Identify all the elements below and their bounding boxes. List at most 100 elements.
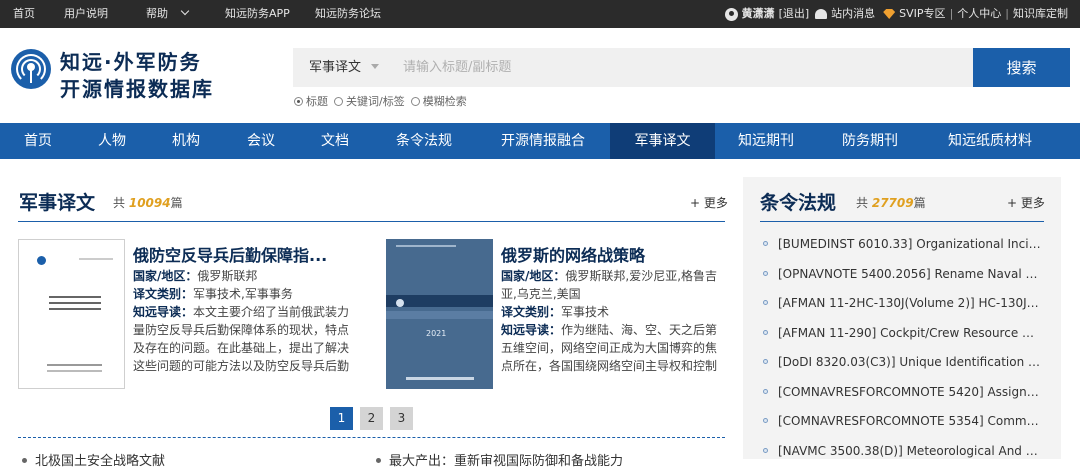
logout-link[interactable]: [退出] bbox=[779, 0, 810, 28]
regulation-item[interactable]: [AFMAN 11-290] Cockpit/Crew Resource Man… bbox=[778, 326, 1042, 340]
radio-icon bbox=[334, 96, 343, 106]
meta-type: 译文类别：军事技术,军事事务 bbox=[133, 287, 293, 301]
bullet-icon bbox=[763, 448, 768, 453]
meta-type: 译文类别：军事技术 bbox=[501, 305, 610, 319]
bullet-icon bbox=[763, 389, 768, 394]
section-divider bbox=[18, 221, 725, 222]
message-icon bbox=[815, 9, 828, 19]
regulation-item[interactable]: [NAVMC 3500.38(D)] Meteorological And Oc… bbox=[778, 444, 1042, 458]
chevron-down-icon bbox=[180, 6, 190, 16]
regulation-item[interactable]: [DoDI 8320.03(C3)] Unique Identification… bbox=[778, 355, 1042, 369]
meta-region: 国家/地区：俄罗斯联邦 bbox=[133, 269, 258, 283]
topbar-home-link[interactable]: 首页 bbox=[13, 0, 35, 28]
cover-header-line bbox=[79, 258, 113, 260]
bullet-icon bbox=[763, 418, 768, 423]
article-meta: 国家/地区：俄罗斯联邦,爱沙尼亚,格鲁吉亚,乌克兰,美国 译文类别：军事技术 知… bbox=[501, 267, 727, 385]
regulations-count: 共 27709篇 bbox=[856, 196, 926, 210]
topbar-app-link[interactable]: 知远防务APP bbox=[225, 0, 290, 28]
topbar-user-area: 黄潇潇 [退出] 站内消息 SVIP专区 | 个人中心 | 知识库定制 bbox=[723, 0, 1070, 28]
top-bar: 首页 用户说明 帮助 知远防务APP 知远防务论坛 黄潇潇 [退出] 站内消息 … bbox=[0, 0, 1080, 28]
custom-kb-link[interactable]: 知识库定制 bbox=[1013, 0, 1068, 28]
page-2-button[interactable]: 2 bbox=[360, 407, 383, 430]
nav-osint-fusion[interactable]: 开源情报融合 bbox=[476, 123, 610, 159]
regulation-item[interactable]: [AFMAN 11-2HC-130J(Volume 2)] HC-130J—Ai… bbox=[778, 296, 1042, 310]
radio-label: 标题 bbox=[306, 95, 328, 108]
messages-link[interactable]: 站内消息 bbox=[831, 0, 875, 28]
article-title[interactable]: 俄防空反导兵后勤保障指... bbox=[133, 242, 327, 266]
logo-icon[interactable] bbox=[11, 49, 51, 89]
username[interactable]: 黄潇潇 bbox=[742, 0, 775, 28]
user-icon bbox=[724, 7, 738, 21]
cover-footer-lines bbox=[47, 364, 102, 366]
list-item[interactable]: 北极国土安全战略文献 bbox=[22, 450, 165, 469]
count-value: 10094 bbox=[128, 196, 171, 210]
page-3-button[interactable]: 3 bbox=[390, 407, 413, 430]
nav-zhiyuan-journals[interactable]: 知远期刊 bbox=[715, 123, 817, 159]
cover-header-line bbox=[396, 245, 456, 247]
search-category-select[interactable]: 军事译文 bbox=[309, 48, 380, 87]
bullet-icon bbox=[763, 300, 768, 305]
nav-documents[interactable]: 文档 bbox=[298, 123, 372, 159]
cover-title-lines bbox=[49, 296, 101, 298]
main-nav: 首页 人物 机构 会议 文档 条令法规 开源情报融合 军事译文 知远期刊 防务期… bbox=[0, 123, 1080, 159]
search-button[interactable]: 搜索 bbox=[973, 48, 1070, 87]
regulation-item[interactable]: [COMNAVRESFORCOMNOTE 5354] Command Clima… bbox=[778, 414, 1042, 428]
cover-footer-line bbox=[406, 377, 474, 380]
radio-title[interactable]: 标题 bbox=[294, 93, 328, 109]
translations-count: 共 10094篇 bbox=[113, 196, 183, 210]
diamond-icon bbox=[883, 9, 896, 19]
logo-subtitle: 开源情报数据库 bbox=[60, 77, 214, 101]
dashed-divider bbox=[18, 437, 725, 438]
article-meta: 国家/地区：俄罗斯联邦 译文类别：军事技术,军事事务 知远导读：本文主要介绍了当… bbox=[133, 267, 359, 385]
nav-defense-journals[interactable]: 防务期刊 bbox=[817, 123, 923, 159]
bullet-icon bbox=[763, 330, 768, 335]
topbar-help-menu[interactable]: 帮助 bbox=[146, 0, 190, 28]
caret-down-icon bbox=[371, 64, 380, 69]
nav-orgs[interactable]: 机构 bbox=[148, 123, 224, 159]
personal-center-link[interactable]: 个人中心 bbox=[957, 0, 1001, 28]
translations-section-title: 军事译文 bbox=[19, 192, 96, 214]
radio-keyword[interactable]: 关键词/标签 bbox=[334, 93, 405, 109]
book-cover-image[interactable] bbox=[18, 239, 125, 389]
nav-meetings[interactable]: 会议 bbox=[224, 123, 298, 159]
logo-title: 知远·外军防务 bbox=[60, 50, 202, 74]
regulation-item[interactable]: [COMNAVRESFORCOMNOTE 5420] Assignment of… bbox=[778, 385, 1042, 399]
meta-guide: 知远导读：本文主要介绍了当前俄武装力量防空反导兵后勤保障体系的现状，特点及存在的… bbox=[133, 305, 350, 373]
bullet-icon bbox=[763, 271, 768, 276]
search-input[interactable] bbox=[403, 48, 963, 87]
nav-home[interactable]: 首页 bbox=[0, 123, 76, 159]
article-title[interactable]: 俄罗斯的网络战策略 bbox=[501, 242, 645, 266]
search-mode-options: 标题 关键词/标签 模糊检索 bbox=[294, 93, 473, 109]
cover-subtitle-band bbox=[386, 311, 493, 319]
radio-label: 关键词/标签 bbox=[346, 95, 405, 108]
logo-stem bbox=[30, 69, 32, 83]
cover-seal bbox=[396, 299, 404, 307]
count-value: 27709 bbox=[871, 196, 914, 210]
translations-more-link[interactable]: + 更多 bbox=[690, 194, 728, 211]
topbar-forum-link[interactable]: 知远防务论坛 bbox=[315, 0, 381, 28]
radio-fuzzy[interactable]: 模糊检索 bbox=[410, 93, 467, 109]
nav-people[interactable]: 人物 bbox=[76, 123, 148, 159]
regulation-item[interactable]: [OPNAVNOTE 5400.2056] Rename Naval Medic… bbox=[778, 267, 1042, 281]
regulation-item[interactable]: [BUMEDINST 6010.33] Organizational Incid… bbox=[778, 237, 1042, 251]
section-divider bbox=[760, 221, 1044, 222]
bullet-icon bbox=[763, 241, 768, 246]
meta-guide: 知远导读：作为继陆、海、空、天之后第五维空间，网络空间正成为大国博弈的焦点所在，… bbox=[501, 323, 718, 373]
list-item[interactable]: 最大产出：重新审视国际防御和备战能力 bbox=[376, 450, 623, 469]
radio-icon bbox=[410, 96, 420, 106]
page-1-button[interactable]: 1 bbox=[330, 407, 353, 430]
nav-regulations[interactable]: 条令法规 bbox=[372, 123, 476, 159]
meta-region: 国家/地区：俄罗斯联邦,爱沙尼亚,格鲁吉亚,乌克兰,美国 bbox=[501, 269, 718, 301]
cover-seal bbox=[37, 256, 46, 265]
radio-label: 模糊检索 bbox=[422, 95, 467, 108]
bullet-icon bbox=[763, 359, 768, 364]
regulations-more-link[interactable]: + 更多 bbox=[1007, 194, 1045, 211]
divider: | bbox=[949, 7, 954, 20]
radio-selected-icon bbox=[294, 96, 303, 106]
nav-paper-materials[interactable]: 知远纸质材料 bbox=[923, 123, 1057, 159]
nav-military-translations[interactable]: 军事译文 bbox=[610, 123, 715, 159]
book-cover-image[interactable]: 2021 bbox=[386, 239, 493, 389]
search-category-label: 军事译文 bbox=[309, 60, 362, 75]
topbar-guide-link[interactable]: 用户说明 bbox=[64, 0, 108, 28]
svip-link[interactable]: SVIP专区 bbox=[899, 0, 945, 28]
